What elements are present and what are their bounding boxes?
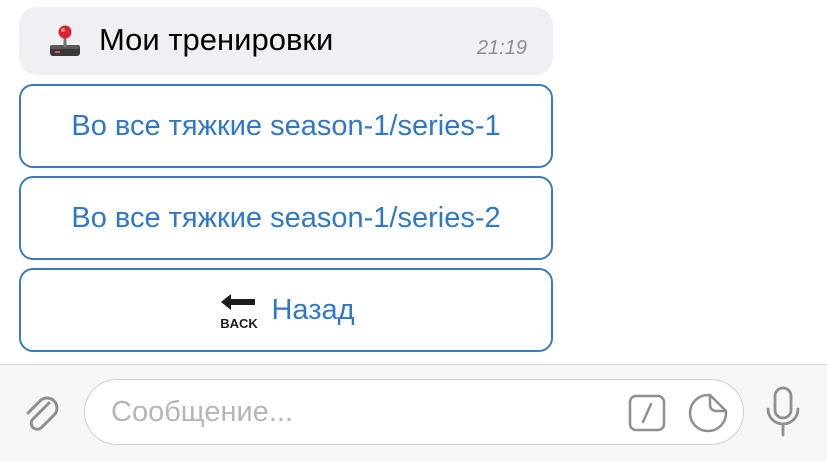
sticker-icon[interactable] xyxy=(687,392,729,434)
back-arrow-icon: BACK xyxy=(221,294,259,331)
message-text: Мои тренировки xyxy=(99,22,334,57)
message-input[interactable]: Сообщение... xyxy=(84,379,744,445)
slash-command-icon[interactable] xyxy=(628,394,666,432)
keyboard-button-back[interactable]: BACK Назад xyxy=(19,268,553,352)
message-time: 21:19 xyxy=(476,37,527,59)
keyboard-button-label: Во все тяжкие season-1/series-2 xyxy=(71,201,501,234)
joystick-icon xyxy=(50,25,80,56)
keyboard-button-label: Во все тяжкие season-1/series-1 xyxy=(71,109,501,142)
chat-area: Мои тренировки 21:19 Во все тяжкие seaso… xyxy=(0,0,827,364)
keyboard-button-series-1[interactable]: Во все тяжкие season-1/series-1 xyxy=(19,84,553,168)
microphone-icon[interactable] xyxy=(762,385,804,439)
svg-text:BACK: BACK xyxy=(221,316,259,331)
keyboard-button-label: Назад xyxy=(271,293,355,326)
message-input-placeholder: Сообщение... xyxy=(111,396,293,428)
keyboard-button-series-2[interactable]: Во все тяжкие season-1/series-2 xyxy=(19,176,553,260)
message-bubble[interactable]: Мои тренировки 21:19 xyxy=(19,7,553,75)
message-composer: Сообщение... xyxy=(0,364,827,461)
paperclip-icon[interactable] xyxy=(18,389,64,435)
